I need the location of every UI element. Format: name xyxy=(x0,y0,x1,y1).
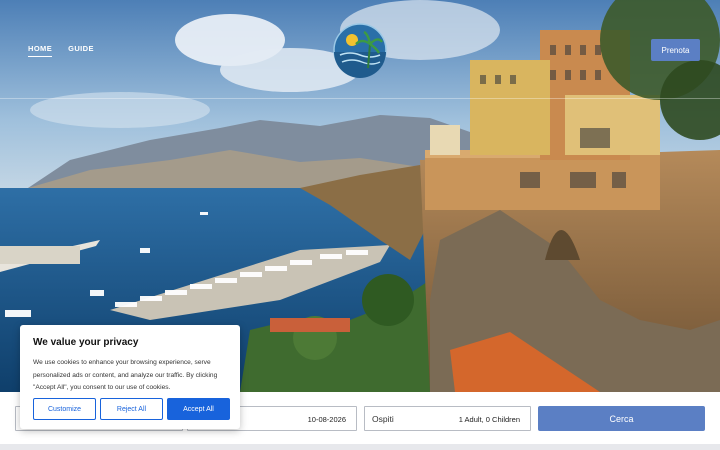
sun-palm-sea-logo-icon xyxy=(333,23,387,78)
cookie-customize-button[interactable]: Customize xyxy=(33,398,96,420)
cookie-accept-button[interactable]: Accept All xyxy=(167,398,230,420)
header-divider xyxy=(0,98,720,99)
cookie-reject-button[interactable]: Reject All xyxy=(100,398,163,420)
cookie-title: We value your privacy xyxy=(33,337,139,348)
nav-home-link[interactable]: HOME xyxy=(28,44,53,57)
cookie-text: We use cookies to enhance your browsing … xyxy=(33,359,218,391)
checkout-value: 10-08-2026 xyxy=(307,415,346,424)
main-nav: HOME GUIDE xyxy=(28,44,94,57)
book-now-button[interactable]: Prenota xyxy=(651,39,700,61)
guests-value: 1 Adult, 0 Children xyxy=(458,415,520,424)
guests-field[interactable]: Ospiti 1 Adult, 0 Children xyxy=(364,406,531,431)
logo[interactable] xyxy=(332,22,388,78)
guests-label: Ospiti xyxy=(372,414,394,424)
cookie-buttons: Customize Reject All Accept All xyxy=(33,398,230,420)
cookie-consent-banner: We value your privacy We use cookies to … xyxy=(20,325,240,429)
nav-guide-link[interactable]: GUIDE xyxy=(68,44,94,57)
page-bottom-strip xyxy=(0,444,720,450)
search-button[interactable]: Cerca xyxy=(538,406,705,431)
